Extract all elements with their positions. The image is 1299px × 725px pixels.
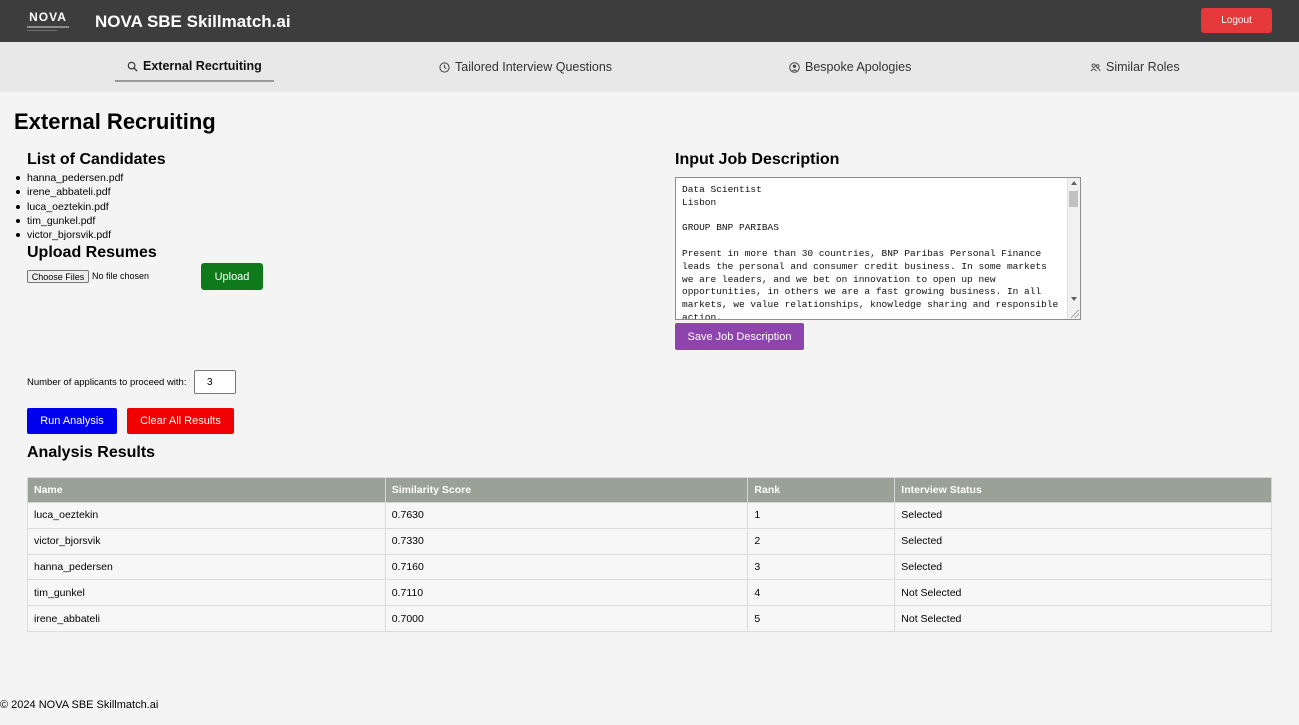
table-row: hanna_pedersen 0.7160 3 Selected — [27, 553, 1272, 581]
cell-score: 0.7160 — [384, 553, 749, 581]
column-header-similarity: Similarity Score — [384, 477, 749, 503]
users-icon — [1090, 63, 1101, 71]
page-title: External Recruiting — [14, 109, 216, 134]
table-row: luca_oeztekin 0.7630 1 Selected — [27, 502, 1272, 529]
cell-name: hanna_pedersen — [27, 553, 386, 581]
cell-rank: 2 — [747, 527, 896, 555]
column-header-name: Name — [27, 477, 386, 503]
table-row: tim_gunkel 0.7110 4 Not Selected — [27, 579, 1272, 607]
cell-name: luca_oeztekin — [27, 502, 386, 529]
table-row: victor_bjorsvik 0.7330 2 Selected — [27, 527, 1272, 555]
list-item: irene_abbateli.pdf — [15, 185, 123, 199]
candidate-list: hanna_pedersen.pdf irene_abbateli.pdf lu… — [15, 171, 124, 242]
cell-rank: 1 — [747, 502, 896, 529]
cell-rank: 5 — [747, 605, 896, 632]
tab-label: Tailored Interview Questions — [455, 60, 613, 74]
resize-handle-icon[interactable] — [1071, 310, 1079, 318]
footer-copyright: © 2024 NOVA SBE Skillmatch.ai — [0, 699, 159, 711]
top-bar: NOVA NOVA SBE Skillmatch.ai Logout — [0, 0, 1299, 42]
cell-name: tim_gunkel — [27, 579, 386, 607]
job-description-textarea[interactable]: Data Scientist Lisbon GROUP BNP PARIBAS … — [675, 177, 1081, 320]
scroll-up-icon[interactable] — [1071, 181, 1077, 185]
tab-bespoke-apologies[interactable]: Bespoke Apologies — [789, 52, 911, 82]
list-item: hanna_pedersen.pdf — [15, 172, 124, 184]
scrollbar[interactable] — [1067, 178, 1080, 319]
clear-results-button[interactable]: Clear All Results — [127, 408, 234, 434]
save-job-description-button[interactable]: Save Job Description — [675, 323, 804, 350]
list-item: victor_bjorsvik.pdf — [15, 228, 123, 242]
results-table: Name Similarity Score Rank Interview Sta… — [27, 477, 1272, 632]
tab-external-recruiting[interactable]: External Recrtuiting — [115, 52, 274, 82]
logout-button[interactable]: Logout — [1201, 8, 1272, 33]
cell-score: 0.7000 — [384, 605, 749, 632]
column-header-rank: Rank — [747, 477, 896, 503]
applicants-count-input[interactable] — [194, 370, 236, 394]
cell-status: Selected — [894, 553, 1272, 581]
logo-text: NOVA — [29, 10, 67, 24]
job-description-heading: Input Job Description — [675, 151, 840, 168]
nav-bar: External Recrtuiting Tailored Interview … — [0, 42, 1299, 92]
cell-status: Not Selected — [894, 605, 1272, 632]
cell-score: 0.7630 — [384, 502, 749, 529]
tab-label: Similar Roles — [1106, 60, 1180, 74]
table-header-row: Name Similarity Score Rank Interview Sta… — [27, 477, 1272, 503]
results-heading: Analysis Results — [27, 444, 156, 461]
cell-status: Selected — [894, 527, 1272, 555]
file-status: No file chosen — [92, 271, 150, 281]
app-title: NOVA SBE Skillmatch.ai — [95, 12, 291, 31]
run-analysis-button[interactable]: Run Analysis — [27, 408, 117, 434]
candidates-heading: List of Candidates — [27, 151, 166, 168]
tab-label: External Recrtuiting — [143, 59, 262, 73]
tab-label: Bespoke Apologies — [805, 60, 912, 74]
scroll-thumb[interactable] — [1069, 191, 1078, 207]
cell-score: 0.7110 — [384, 579, 749, 607]
cell-status: Selected — [894, 502, 1272, 529]
upload-heading: Upload Resumes — [27, 244, 157, 261]
tab-tailored-interview-questions[interactable]: Tailored Interview Questions — [439, 52, 612, 82]
cell-name: irene_abbateli — [27, 605, 386, 632]
list-item: luca_oeztekin.pdf — [15, 200, 123, 214]
table-row: irene_abbateli 0.7000 5 Not Selected — [27, 605, 1272, 632]
choose-files-button[interactable]: Choose Files — [27, 270, 89, 283]
clock-icon — [439, 61, 450, 73]
applicants-label: Number of applicants to proceed with: — [27, 377, 187, 388]
cell-name: victor_bjorsvik — [27, 527, 386, 555]
upload-button[interactable]: Upload — [201, 263, 263, 290]
cell-status: Not Selected — [894, 579, 1272, 607]
nova-logo[interactable]: NOVA — [27, 11, 69, 33]
list-item: tim_gunkel.pdf — [15, 214, 123, 228]
column-header-status: Interview Status — [894, 477, 1272, 503]
cell-score: 0.7330 — [384, 527, 749, 555]
cell-rank: 3 — [747, 553, 896, 581]
search-icon — [127, 61, 138, 72]
job-description-text: Data Scientist Lisbon GROUP BNP PARIBAS … — [682, 184, 1059, 320]
tab-similar-roles[interactable]: Similar Roles — [1090, 52, 1180, 82]
scroll-down-icon[interactable] — [1071, 297, 1077, 301]
cell-rank: 4 — [747, 579, 896, 607]
user-circle-icon — [789, 61, 800, 73]
